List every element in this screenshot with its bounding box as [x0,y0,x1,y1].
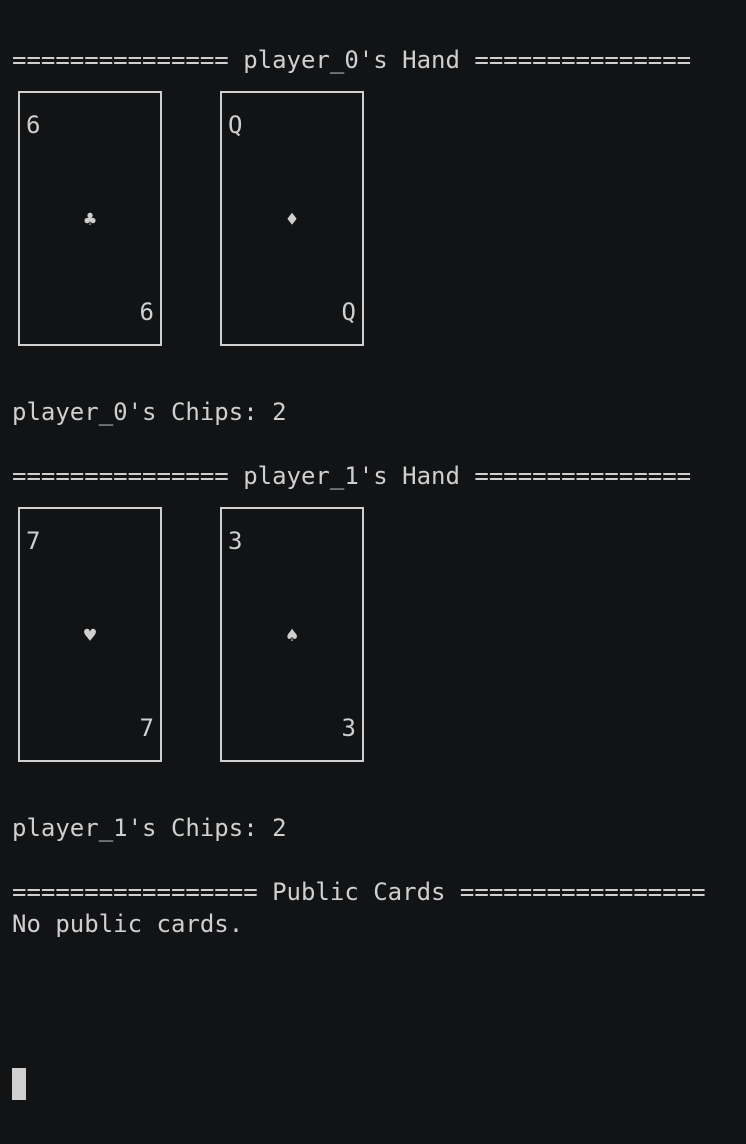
hearts-icon: ♥ [83,623,97,647]
terminal-cursor[interactable] [12,1068,26,1100]
player-1-hand-header: =============== player_1's Hand ========… [12,462,692,490]
player-0-card-2: Q ♦ Q [220,91,364,346]
card-rank-bottom: Q [341,298,356,326]
card-rank-bottom: 7 [139,714,154,742]
card-rank-top: 6 [26,111,41,139]
card-rank-top: 7 [26,527,41,555]
player-1-card-2: 3 ♠ 3 [220,507,364,762]
card-rank-bottom: 3 [341,714,356,742]
card-rank-bottom: 6 [139,298,154,326]
player-0-hand-header: =============== player_0's Hand ========… [12,46,692,74]
public-cards-header: ================= Public Cards =========… [12,878,706,906]
spades-icon: ♠ [285,623,299,647]
clubs-icon: ♣ [83,207,97,231]
card-rank-top: Q [228,111,243,139]
diamonds-icon: ♦ [285,207,299,231]
player-1-chips: player_1's Chips: 2 [12,814,287,842]
player-0-card-1: 6 ♣ 6 [18,91,162,346]
card-rank-top: 3 [228,527,243,555]
public-cards-status: No public cards. [12,910,244,938]
player-1-card-1: 7 ♥ 7 [18,507,162,762]
player-0-chips: player_0's Chips: 2 [12,398,287,426]
